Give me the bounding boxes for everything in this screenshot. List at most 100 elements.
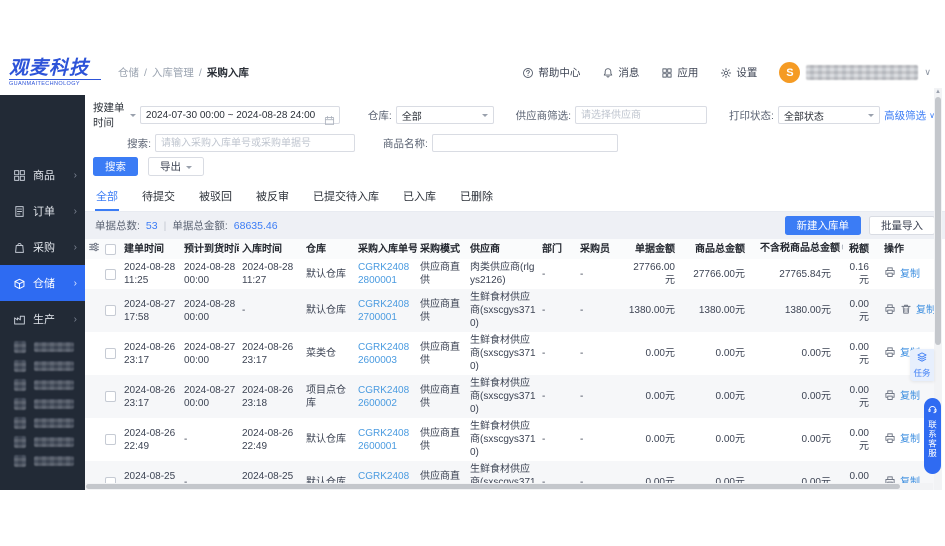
apps-button[interactable]: 应用 <box>661 65 698 80</box>
advanced-filter-link[interactable]: 高级筛选 ∨ <box>884 108 935 123</box>
tab-全部[interactable]: 全部 <box>95 185 119 211</box>
order-doc-icon <box>13 205 26 218</box>
inbound-order-link[interactable]: CGRK24082600003 <box>358 342 409 366</box>
col-header-8[interactable]: 部门 <box>539 239 577 259</box>
sidebar-item-masked[interactable] <box>0 451 85 470</box>
copy-link[interactable]: 复制 <box>900 390 920 403</box>
breadcrumb-item[interactable]: 入库管理 <box>152 65 194 80</box>
tab-已提交待入库[interactable]: 已提交待入库 <box>312 185 380 211</box>
product-name-input[interactable] <box>432 134 618 152</box>
copy-link[interactable]: 复制 <box>900 268 920 281</box>
column-settings-icon[interactable] <box>88 241 100 257</box>
cell-inbound: 2024-08-26 23:17 <box>239 332 303 375</box>
sidebar-item-订单[interactable]: 订单› <box>0 193 85 229</box>
printer-icon[interactable] <box>884 303 896 319</box>
col-header-2[interactable]: 预计到货时间 <box>181 239 239 259</box>
supplier-filter-input[interactable] <box>575 106 707 124</box>
create-inbound-button[interactable]: 新建入库单 <box>785 216 862 235</box>
row-checkbox[interactable] <box>105 269 116 280</box>
cell-untaxed: 1380.00元 <box>757 289 843 332</box>
tab-被驳回[interactable]: 被驳回 <box>198 185 233 211</box>
col-header-12[interactable]: 不含税商品总金额 <box>757 239 843 259</box>
col-header-6[interactable]: 采购模式 <box>417 239 467 259</box>
inbound-order-link[interactable]: CGRK24082700001 <box>358 299 409 323</box>
col-header-10[interactable]: 单据金额 <box>625 239 687 259</box>
cell-total: 0.00元 <box>687 332 757 375</box>
col-header-1[interactable]: 建单时间 <box>121 239 181 259</box>
warehouse-select[interactable]: 全部 <box>396 106 494 124</box>
col-header-14[interactable]: 操作 <box>881 239 937 259</box>
row-checkbox[interactable] <box>105 434 116 445</box>
info-icon[interactable] <box>841 242 843 256</box>
select-all-checkbox[interactable] <box>105 244 116 255</box>
printer-icon[interactable] <box>884 389 896 405</box>
contact-support-button[interactable]: 联系客服 <box>924 398 941 474</box>
copy-link[interactable]: 复制 <box>916 304 936 317</box>
sidebar-item-masked[interactable] <box>0 375 85 394</box>
tab-待提交[interactable]: 待提交 <box>141 185 176 211</box>
printer-icon[interactable] <box>884 432 896 448</box>
sidebar-item-masked[interactable] <box>0 413 85 432</box>
col-header-3[interactable]: 入库时间 <box>239 239 303 259</box>
tab-被反审[interactable]: 被反审 <box>255 185 290 211</box>
vertical-scrollbar-thumb[interactable] <box>935 97 941 345</box>
cell-inbound: - <box>239 289 303 332</box>
col-header-13[interactable]: 税额 <box>843 239 881 259</box>
horizontal-scrollbar-thumb[interactable] <box>86 484 900 489</box>
sidebar-item-生产[interactable]: 生产› <box>0 301 85 337</box>
cell-amount: 0.00元 <box>625 332 687 375</box>
scroll-up-arrow-icon[interactable]: ▲ <box>934 89 942 95</box>
search-input[interactable] <box>155 134 355 152</box>
col-header-11[interactable]: 商品总金额 <box>687 239 757 259</box>
table-row: 2024-08-27 17:582024-08-28 00:00-默认仓库CGR… <box>85 289 937 332</box>
col-header-7[interactable]: 供应商 <box>467 239 539 259</box>
time-type-select[interactable]: 按建单时间 <box>93 100 136 130</box>
batch-import-button[interactable]: 批量导入 <box>869 216 935 235</box>
export-button[interactable]: 导出 <box>148 157 204 176</box>
copy-link[interactable]: 复制 <box>900 433 920 446</box>
tab-已入库[interactable]: 已入库 <box>402 185 437 211</box>
sidebar-item-masked[interactable] <box>0 432 85 451</box>
search-button[interactable]: 搜索 <box>93 157 138 176</box>
col-header-4[interactable]: 仓库 <box>303 239 355 259</box>
row-checkbox[interactable] <box>105 348 116 359</box>
row-select-cell <box>85 289 121 332</box>
sidebar-item-masked[interactable] <box>0 356 85 375</box>
user-menu[interactable]: S ∨ <box>779 62 931 83</box>
sidebar-item-masked[interactable] <box>0 337 85 356</box>
sidebar-item-masked[interactable] <box>0 394 85 413</box>
row-checkbox[interactable] <box>105 305 116 316</box>
inbound-order-link[interactable]: CGRK24082600002 <box>358 385 409 409</box>
sidebar-item-仓储[interactable]: 仓储› <box>0 265 85 301</box>
topnav: 帮助中心 消息 应用 设置 S ∨ <box>522 62 945 83</box>
doc-count-label: 单据总数: <box>95 218 140 233</box>
sidebar-item-采购[interactable]: 采购› <box>0 229 85 265</box>
printer-icon[interactable] <box>884 346 896 362</box>
date-range-field[interactable] <box>140 106 340 124</box>
inbound-order-link[interactable]: CGRK24082600001 <box>358 428 409 452</box>
col-header-5[interactable]: 采购入库单号 <box>355 239 417 259</box>
print-status-select[interactable]: 全部状态 <box>778 106 880 124</box>
task-float-button[interactable]: 任务 <box>910 349 934 381</box>
inbound-order-link[interactable]: CGRK24082800001 <box>358 262 409 286</box>
col-header-9[interactable]: 采购员 <box>577 239 625 259</box>
help-center-button[interactable]: 帮助中心 <box>522 65 580 80</box>
settings-button[interactable]: 设置 <box>720 65 757 80</box>
horizontal-scrollbar[interactable] <box>85 483 933 490</box>
tab-已删除[interactable]: 已删除 <box>459 185 494 211</box>
cell-supplier: 生鲜食材供应商(sxscgys3710) <box>467 375 539 418</box>
printer-icon[interactable] <box>884 266 896 282</box>
trash-icon[interactable] <box>900 303 912 319</box>
sidebar-item-商品[interactable]: 商品› <box>0 157 85 193</box>
date-range-input[interactable] <box>140 106 340 124</box>
masked-icon <box>14 417 26 429</box>
cell-amount: 0.00元 <box>625 418 687 461</box>
breadcrumb-separator: / <box>199 67 202 79</box>
cell-created: 2024-08-26 23:17 <box>121 375 181 418</box>
breadcrumb-item[interactable]: 仓储 <box>118 65 139 80</box>
supplier-filter-label: 供应商筛选: <box>516 108 571 123</box>
messages-button[interactable]: 消息 <box>602 65 639 80</box>
chevron-down-icon <box>482 114 488 120</box>
row-checkbox[interactable] <box>105 391 116 402</box>
bell-icon <box>602 67 614 79</box>
